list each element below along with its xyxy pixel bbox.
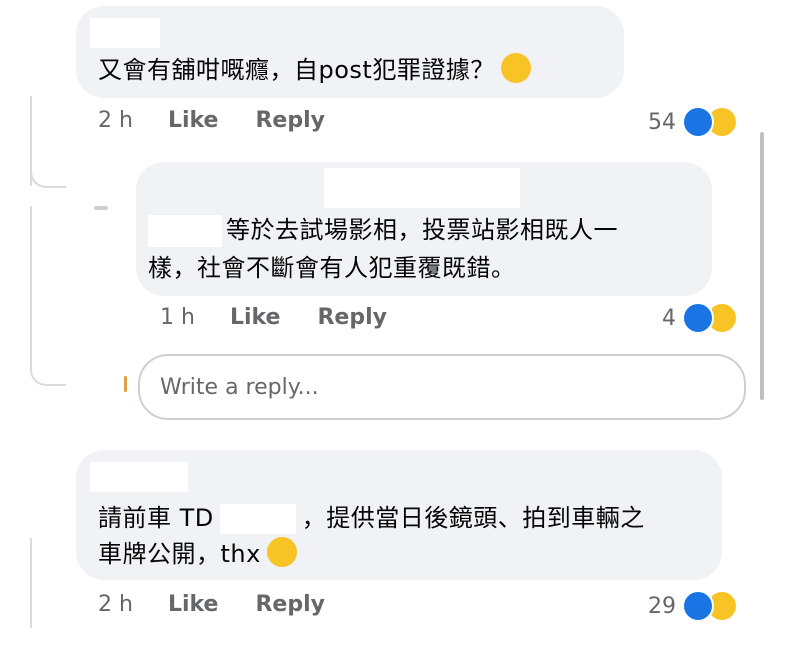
comment-text-line2: 樣，社會不斷會有人犯重覆既錯。: [148, 254, 516, 282]
like-reaction-icon: [682, 590, 714, 622]
comment-text: 樣，社會不斷會有人犯重覆既錯。: [148, 250, 516, 286]
comment-timestamp[interactable]: 1 h: [160, 305, 195, 330]
redacted-mention: [219, 504, 296, 534]
comment-text-line1: ，提供當日後鏡頭、拍到車輛之: [301, 504, 645, 532]
thread-connector: [30, 164, 66, 188]
avatar[interactable]: [94, 206, 108, 210]
comment-meta: 1 h Like Reply: [160, 305, 417, 330]
redacted-author-name: [90, 18, 160, 48]
comment-text: 等於去試場影相，投票站影相既人一: [148, 212, 618, 248]
reply-button[interactable]: Reply: [255, 108, 325, 133]
comment-meta: 2 h Like Reply: [98, 108, 355, 133]
comment-text: 請前車 TD ，提供當日後鏡頭、拍到車輛之: [98, 500, 645, 536]
comment-meta: 2 h Like Reply: [98, 592, 355, 617]
reply-button[interactable]: Reply: [255, 592, 325, 617]
comment-text: 又會有舖咁嘅癮，自post犯罪證據？: [98, 52, 531, 88]
comment-text-prefix: 請前車 TD: [98, 504, 214, 532]
comment-text-line1: 等於去試場影相，投票站影相既人一: [226, 216, 618, 244]
comment-timestamp[interactable]: 2 h: [98, 108, 133, 133]
reaction-count: 4: [662, 305, 676, 331]
redacted-mention: [148, 215, 222, 247]
reaction-summary[interactable]: 29: [648, 590, 738, 622]
reply-input-placeholder: Write a reply...: [160, 374, 319, 400]
like-button[interactable]: Like: [230, 305, 281, 330]
like-button[interactable]: Like: [168, 592, 219, 617]
thread-line: [30, 206, 32, 366]
like-button[interactable]: Like: [168, 108, 219, 133]
smiling-face-emoji: [266, 537, 297, 567]
avatar: [124, 376, 127, 392]
comment-text: 車牌公開，thx: [98, 536, 297, 572]
reaction-summary[interactable]: 4: [662, 302, 738, 334]
thread-connector: [30, 362, 66, 386]
reply-input[interactable]: Write a reply...: [138, 354, 746, 420]
thread-line: [30, 538, 32, 628]
comment-timestamp[interactable]: 2 h: [98, 592, 133, 617]
reply-button[interactable]: Reply: [317, 305, 387, 330]
reaction-count: 29: [648, 593, 676, 619]
redacted-author-name: [90, 462, 188, 492]
reaction-count: 54: [648, 109, 676, 135]
thinking-face-emoji: [500, 53, 531, 83]
comment-text-body: 又會有舖咁嘅癮，自post犯罪證據？: [98, 56, 495, 84]
like-reaction-icon: [682, 302, 714, 334]
redacted-author-name: [324, 168, 520, 208]
comment-text-line2: 車牌公開，thx: [98, 540, 261, 568]
scrollbar[interactable]: [760, 132, 764, 400]
reaction-summary[interactable]: 54: [648, 106, 738, 138]
like-reaction-icon: [682, 106, 714, 138]
